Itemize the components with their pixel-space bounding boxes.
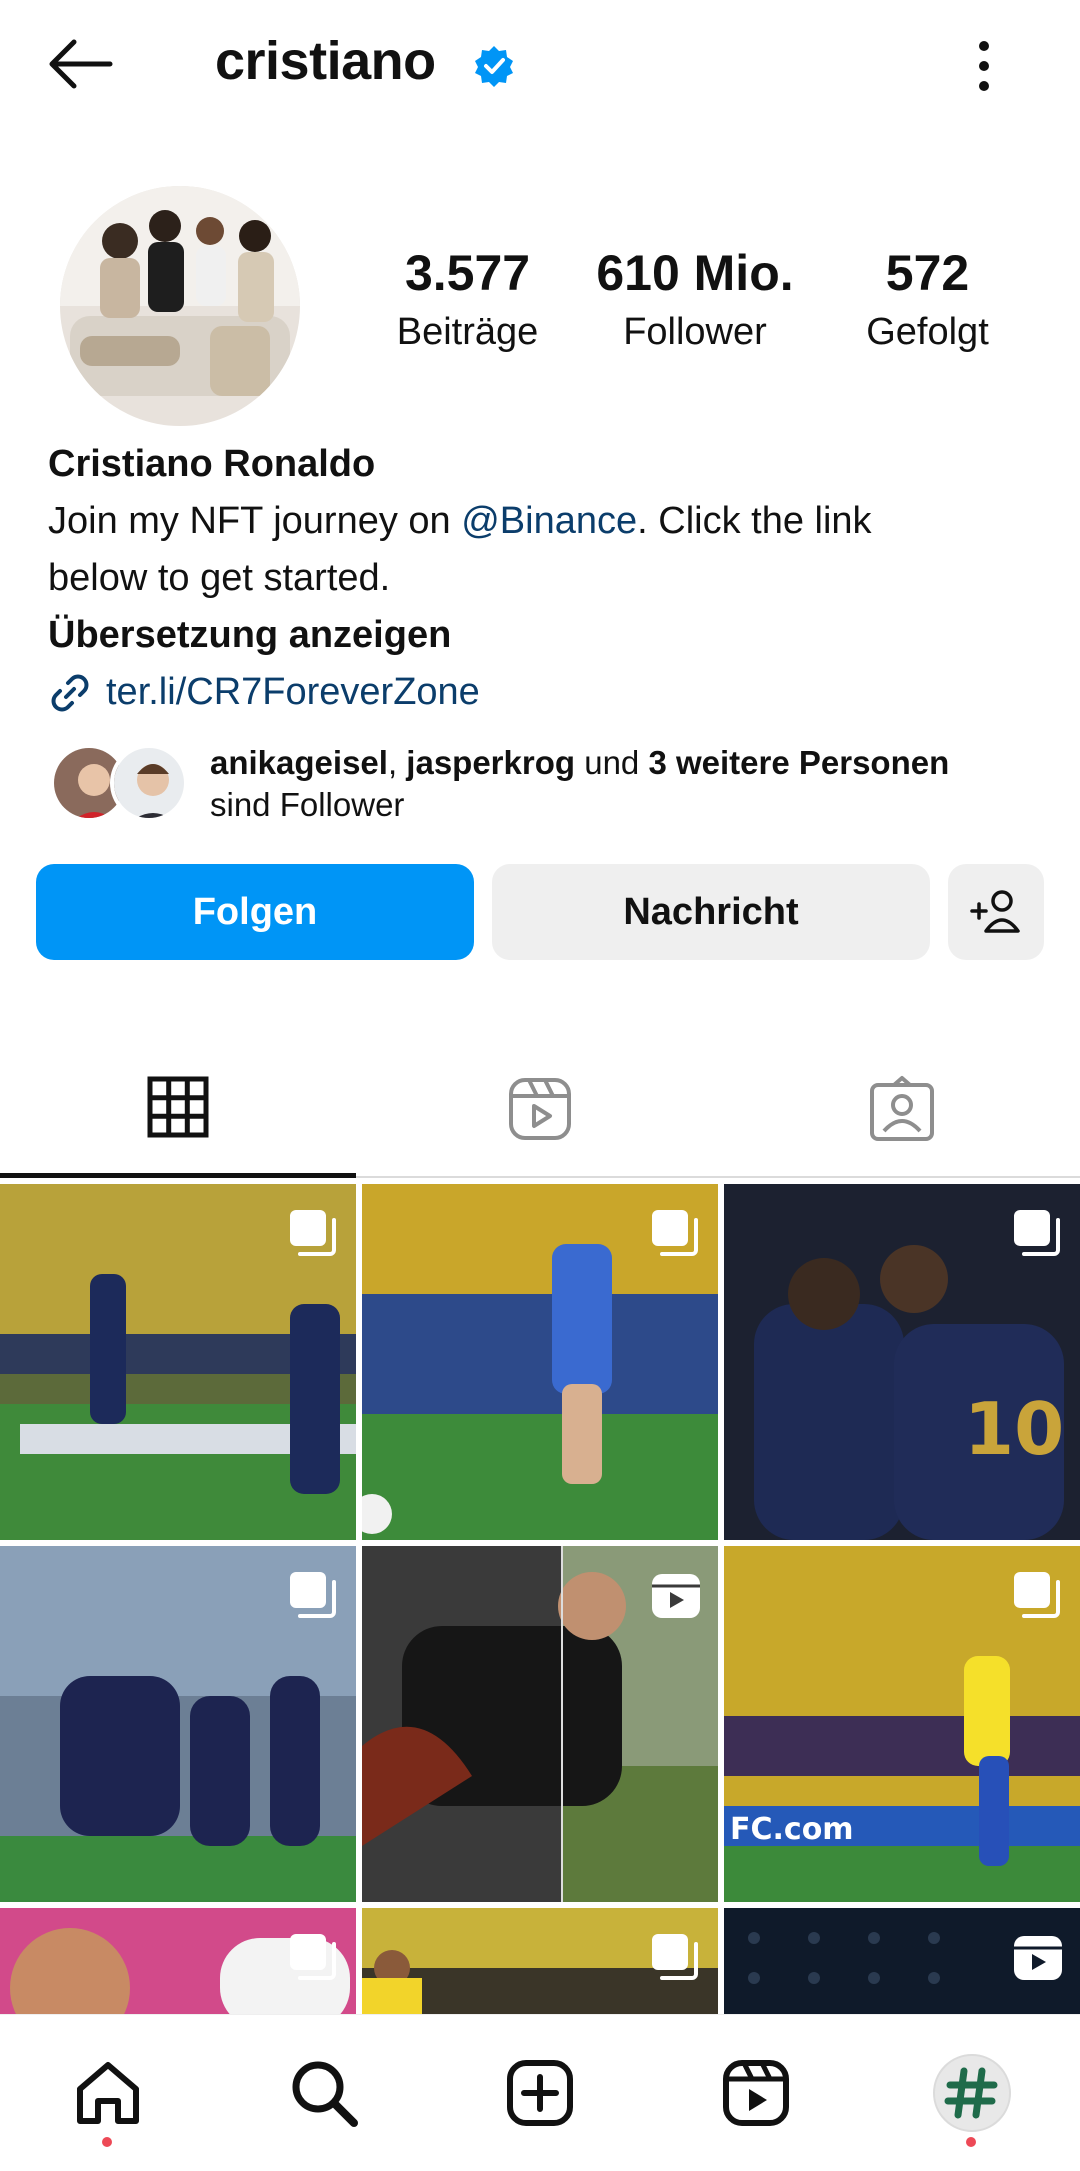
post-thumbnail[interactable] bbox=[724, 1908, 1080, 2014]
verified-badge-icon bbox=[475, 46, 513, 87]
post-thumbnail[interactable]: 10 bbox=[724, 1184, 1080, 1540]
carousel-icon bbox=[1014, 1210, 1060, 1256]
stat-posts[interactable]: 3.577 Beiträge bbox=[380, 246, 555, 354]
profile-bio: Cristiano Ronaldo Join my NFT journey on… bbox=[48, 436, 1048, 721]
profile-full-name: Cristiano Ronaldo bbox=[48, 443, 376, 485]
post-thumbnail[interactable] bbox=[362, 1546, 718, 1902]
bio-line-1: Join my NFT journey on @Binance. Click t… bbox=[48, 493, 1048, 550]
profile-link-text: ter.li/CR7ForeverZone bbox=[106, 671, 480, 713]
carousel-icon bbox=[290, 1934, 336, 1980]
post-thumbnail[interactable] bbox=[0, 1908, 356, 2014]
profile-username: cristiano bbox=[215, 31, 436, 91]
tagged-icon bbox=[870, 1076, 934, 1141]
stat-posts-value: 3.577 bbox=[404, 245, 531, 301]
carousel-icon bbox=[290, 1210, 336, 1256]
more-vertical-icon bbox=[979, 41, 989, 91]
stat-posts-label: Beiträge bbox=[396, 311, 539, 353]
bio-text-suffix: . Click the link bbox=[637, 500, 872, 542]
reel-icon bbox=[652, 1574, 700, 1618]
post-thumbnail[interactable]: FC.com bbox=[724, 1546, 1080, 1902]
bottom-navigation bbox=[0, 2014, 1080, 2171]
bio-text-prefix: Join my NFT journey on bbox=[48, 500, 462, 542]
followed-by-separator: , bbox=[387, 744, 407, 781]
stat-followers-value: 610 Mio. bbox=[596, 245, 794, 301]
message-button[interactable]: Nachricht bbox=[492, 864, 930, 960]
post-thumbnail[interactable] bbox=[0, 1546, 356, 1902]
arrow-left-icon bbox=[49, 39, 113, 89]
followed-by-text: anikageisel, jasperkrog und 3 weitere Pe… bbox=[210, 742, 1050, 826]
follower-username[interactable]: anikageisel bbox=[210, 744, 388, 781]
bio-mention-link[interactable]: @Binance bbox=[461, 500, 637, 542]
stat-following-value: 572 bbox=[885, 245, 970, 301]
create-icon bbox=[507, 2060, 573, 2126]
reels-icon bbox=[509, 1078, 571, 1140]
back-button[interactable] bbox=[44, 34, 124, 94]
post-thumbnail[interactable] bbox=[362, 1908, 718, 2014]
nav-profile[interactable] bbox=[932, 2053, 1012, 2147]
follow-button[interactable]: Folgen bbox=[36, 864, 474, 960]
profile-tabs bbox=[0, 1040, 1080, 1178]
carousel-icon bbox=[1014, 1572, 1060, 1618]
search-icon bbox=[292, 2061, 358, 2127]
followed-by-suffix: sind Follower bbox=[210, 786, 405, 823]
notification-dot bbox=[102, 2137, 112, 2147]
stat-following[interactable]: 572 Gefolgt bbox=[845, 246, 1010, 354]
translate-button[interactable]: Übersetzung anzeigen bbox=[48, 607, 1048, 664]
tab-reels[interactable] bbox=[362, 1040, 718, 1178]
svg-text:FC.com: FC.com bbox=[730, 1812, 854, 1847]
carousel-icon bbox=[290, 1572, 336, 1618]
reel-icon bbox=[1014, 1936, 1062, 1980]
nav-create[interactable] bbox=[500, 2053, 580, 2133]
nav-reels[interactable] bbox=[716, 2053, 796, 2133]
tab-posts-grid[interactable] bbox=[0, 1040, 356, 1178]
follower-avatar bbox=[110, 744, 188, 822]
posts-grid: 10 FC.com bbox=[0, 1184, 1080, 2014]
grid-icon bbox=[147, 1076, 209, 1137]
bio-line-2: below to get started. bbox=[48, 557, 391, 599]
link-icon bbox=[51, 674, 89, 711]
profile-hashtag-icon bbox=[933, 2054, 1011, 2132]
follower-username[interactable]: jasperkrog bbox=[406, 744, 575, 781]
notification-dot bbox=[966, 2137, 976, 2147]
followed-by-connector: und bbox=[575, 744, 649, 781]
post-thumbnail[interactable] bbox=[0, 1184, 356, 1540]
profile-link[interactable]: ter.li/CR7ForeverZone bbox=[48, 664, 1048, 721]
followed-by[interactable]: anikageisel, jasperkrog und 3 weitere Pe… bbox=[50, 740, 1050, 830]
nav-home[interactable] bbox=[68, 2053, 148, 2147]
stat-followers[interactable]: 610 Mio. Follower bbox=[580, 246, 810, 354]
nav-search[interactable] bbox=[284, 2053, 364, 2133]
more-options-button[interactable] bbox=[960, 36, 1008, 96]
stat-followers-label: Follower bbox=[623, 311, 767, 353]
post-thumbnail[interactable] bbox=[362, 1184, 718, 1540]
tab-tagged[interactable] bbox=[724, 1040, 1080, 1178]
carousel-icon bbox=[652, 1934, 698, 1980]
add-user-icon bbox=[970, 890, 1020, 933]
carousel-icon bbox=[652, 1210, 698, 1256]
add-user-button[interactable] bbox=[948, 864, 1044, 960]
stat-following-label: Gefolgt bbox=[866, 311, 989, 353]
home-icon bbox=[77, 2062, 139, 2124]
svg-text:10: 10 bbox=[964, 1387, 1064, 1471]
profile-header: cristiano bbox=[0, 0, 1080, 130]
followed-by-others: 3 weitere Personen bbox=[648, 744, 950, 781]
profile-avatar[interactable] bbox=[60, 186, 300, 426]
reels-icon bbox=[723, 2060, 789, 2126]
